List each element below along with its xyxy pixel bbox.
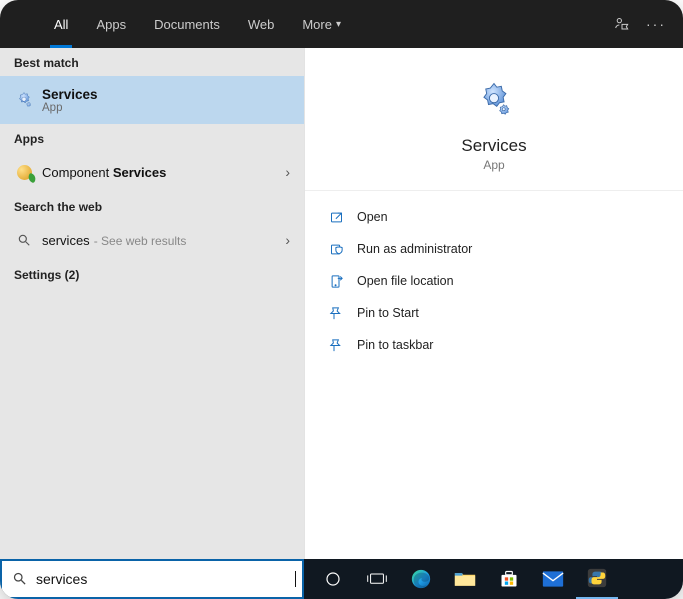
settings-header[interactable]: Settings (2) bbox=[0, 260, 304, 288]
detail-hero: Services App bbox=[305, 48, 683, 191]
detail-actions: Open Run as administrator Open file loca… bbox=[305, 191, 683, 371]
action-pin-start[interactable]: Pin to Start bbox=[305, 297, 683, 329]
search-icon bbox=[12, 571, 28, 587]
microsoft-store-icon[interactable] bbox=[488, 559, 530, 599]
result-text: services bbox=[42, 233, 90, 248]
detail-subtitle: App bbox=[483, 158, 504, 172]
folder-icon bbox=[327, 272, 345, 290]
chevron-right-icon: › bbox=[285, 232, 290, 248]
component-services-icon bbox=[14, 162, 34, 182]
search-topbar: All Apps Documents Web More▾ ··· bbox=[0, 0, 683, 48]
action-pin-taskbar[interactable]: Pin to taskbar bbox=[305, 329, 683, 361]
detail-panel: Services App Open Run as administrator bbox=[304, 48, 683, 559]
taskbar-search[interactable] bbox=[0, 559, 304, 599]
pin-icon bbox=[327, 304, 345, 322]
apps-result-item[interactable]: Component Services › bbox=[0, 152, 304, 192]
detail-title: Services bbox=[461, 136, 526, 156]
chevron-down-icon: ▾ bbox=[336, 19, 341, 30]
tab-apps[interactable]: Apps bbox=[82, 0, 140, 48]
chevron-right-icon: › bbox=[285, 164, 290, 180]
shield-icon bbox=[327, 240, 345, 258]
action-run-admin[interactable]: Run as administrator bbox=[305, 233, 683, 265]
apps-header: Apps bbox=[0, 124, 304, 152]
feedback-icon[interactable] bbox=[605, 0, 639, 48]
results-panel: Best match bbox=[0, 48, 304, 559]
mail-icon[interactable] bbox=[532, 559, 574, 599]
tab-documents[interactable]: Documents bbox=[140, 0, 234, 48]
edge-icon[interactable] bbox=[400, 559, 442, 599]
web-result-item[interactable]: services - See web results › bbox=[0, 220, 304, 260]
result-hint: - See web results bbox=[94, 234, 187, 248]
action-open-location[interactable]: Open file location bbox=[305, 265, 683, 297]
tab-web[interactable]: Web bbox=[234, 0, 289, 48]
result-subtitle: App bbox=[42, 102, 98, 114]
search-input[interactable] bbox=[36, 571, 295, 587]
gear-icon bbox=[14, 90, 34, 110]
taskbar bbox=[0, 559, 683, 599]
search-tabs: All Apps Documents Web More▾ bbox=[0, 0, 355, 48]
pin-icon bbox=[327, 336, 345, 354]
result-title: Services bbox=[42, 87, 98, 102]
tab-more[interactable]: More▾ bbox=[288, 0, 355, 48]
file-explorer-icon[interactable] bbox=[444, 559, 486, 599]
more-icon[interactable]: ··· bbox=[639, 0, 673, 48]
open-icon bbox=[327, 208, 345, 226]
tab-all[interactable]: All bbox=[40, 0, 82, 48]
text-cursor bbox=[295, 571, 296, 587]
python-idle-icon[interactable] bbox=[576, 559, 618, 599]
best-match-header: Best match bbox=[0, 48, 304, 76]
web-header: Search the web bbox=[0, 192, 304, 220]
task-view-icon[interactable] bbox=[356, 559, 398, 599]
result-text: Component Services bbox=[42, 165, 166, 180]
search-body: Best match bbox=[0, 48, 683, 559]
search-window: All Apps Documents Web More▾ ··· Best ma… bbox=[0, 0, 683, 599]
action-open[interactable]: Open bbox=[305, 201, 683, 233]
search-icon bbox=[14, 230, 34, 250]
cortana-icon[interactable] bbox=[312, 559, 354, 599]
gear-icon bbox=[472, 78, 516, 122]
best-match-item[interactable]: Services App bbox=[0, 76, 304, 124]
taskbar-icons bbox=[304, 559, 618, 599]
